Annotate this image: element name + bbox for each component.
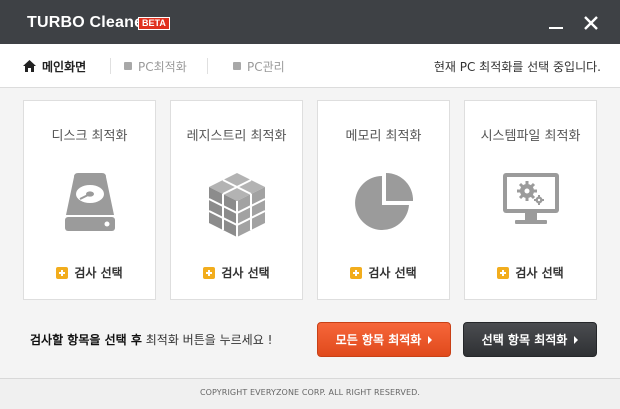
square-bullet-icon [124,62,132,70]
card-disk-optimize[interactable]: 디스크 최적화 검사 선택 [23,100,156,300]
status-text: 현재 PC 최적화를 선택 중입니다. [433,60,601,74]
close-icon [584,16,598,30]
memory-pie-icon [354,173,413,230]
title-bar: TURBO Cleaner BETA [0,0,620,44]
hard-disk-icon [64,173,115,231]
beta-badge: BETA [138,17,170,30]
scan-select-toggle[interactable]: 검사 선택 [318,264,449,281]
nav-tab-pc-optimize-label: PC최적화 [138,59,187,74]
card-title: 레지스트리 최적화 [186,129,287,144]
arrow-right-icon [428,335,433,344]
nav-separator [207,58,208,74]
plus-icon [56,266,69,279]
plus-icon [203,266,216,279]
minimize-button[interactable] [545,12,567,34]
close-button[interactable] [580,12,602,34]
card-title: 시스템파일 최적화 [480,129,581,144]
instruction-rest: 최적화 버튼을 누르세요 ! [145,333,273,347]
card-title: 메모리 최적화 [345,129,422,144]
nav-tab-pc-manage[interactable]: PC관리 [233,58,285,74]
optimize-all-label: 모든 항목 최적화 [335,333,422,347]
registry-cubes-icon [208,173,265,237]
nav-tab-home-label: 메인화면 [42,59,87,74]
plus-icon [497,266,510,279]
scan-select-label: 검사 선택 [74,266,123,280]
scan-select-label: 검사 선택 [515,266,564,280]
nav-tab-pc-optimize[interactable]: PC최적화 [124,58,187,74]
scan-select-toggle[interactable]: 검사 선택 [171,264,302,281]
card-memory-optimize[interactable]: 메모리 최적화 검사 선택 [317,100,450,300]
square-bullet-icon [233,62,241,70]
copyright-text: COPYRIGHT EVERYZONE CORP. ALL RIGHT RESE… [199,388,421,397]
instruction-strong: 검사할 항목을 선택 후 [30,333,142,347]
scan-select-toggle[interactable]: 검사 선택 [24,264,155,281]
nav-tab-home[interactable]: 메인화면 [23,58,86,74]
minimize-icon [549,27,563,29]
card-system-file-optimize[interactable]: 시스템파일 최적화 검사 선택 [464,100,597,300]
home-icon [23,60,36,72]
card-registry-optimize[interactable]: 레지스트리 최적화 검사 선택 [170,100,303,300]
plus-icon [350,266,363,279]
nav-tab-pc-manage-label: PC관리 [247,59,285,74]
instruction-text: 검사할 항목을 선택 후 최적화 버튼을 누르세요 ! [30,331,272,348]
optimize-all-button[interactable]: 모든 항목 최적화 [317,322,451,357]
system-monitor-icon [502,173,559,224]
card-title: 디스크 최적화 [51,129,128,144]
scan-select-label: 검사 선택 [368,266,417,280]
scan-select-label: 검사 선택 [221,266,270,280]
app-title: TURBO Cleaner [27,14,150,31]
nav-bar: 메인화면 PC최적화 PC관리 현재 PC 최적화를 선택 중입니다. [0,44,620,88]
scan-select-toggle[interactable]: 검사 선택 [465,264,596,281]
footer: COPYRIGHT EVERYZONE CORP. ALL RIGHT RESE… [0,378,620,409]
optimize-selected-button[interactable]: 선택 항목 최적화 [463,322,597,357]
nav-separator [110,58,111,74]
optimize-selected-label: 선택 항목 최적화 [481,333,568,347]
arrow-right-icon [574,335,579,344]
